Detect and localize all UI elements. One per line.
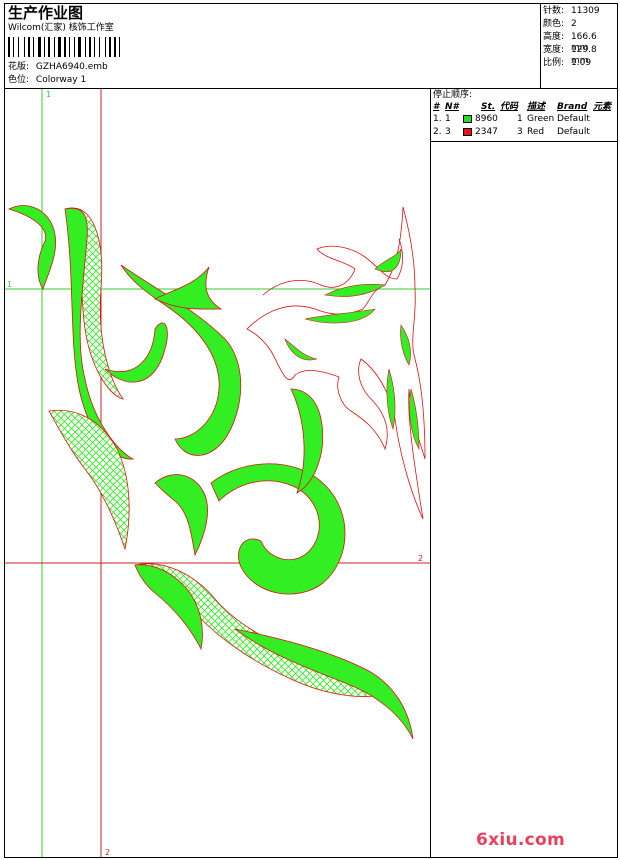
- stat-value: 11309: [571, 6, 600, 16]
- table-row: 1. 1 8960 1 Green Default: [433, 114, 616, 127]
- motif-lower-stroke: [134, 564, 203, 651]
- green-stroke-4: [400, 324, 411, 366]
- stat-row: 高度: 166.6 mm: [543, 32, 617, 53]
- stats-divider: [540, 3, 541, 89]
- col-element: 元素: [593, 102, 612, 112]
- stop-order-title: 停止顺序:: [433, 90, 473, 100]
- row-index: 2.: [433, 127, 442, 137]
- col-brand: Brand: [557, 102, 588, 112]
- green-stroke-7: [284, 338, 318, 361]
- motif-left-hook: [104, 322, 168, 383]
- motif-left-lower-hatched: [48, 409, 130, 551]
- col-index: #: [433, 102, 440, 112]
- row-n: 1: [445, 114, 451, 124]
- green-stroke-6: [386, 368, 396, 431]
- table-row: 2. 3 2347 3 Red Default: [433, 127, 616, 140]
- watermark-logo: 6xiu.com: [476, 830, 566, 850]
- stat-label: 宽度:: [543, 45, 565, 55]
- company-name: Wilcom(汇家) 核饰工作室: [8, 23, 114, 33]
- stat-label: 比例:: [543, 58, 565, 68]
- row-stitches: 2347: [475, 127, 498, 137]
- page-title: 生产作业图: [8, 4, 84, 22]
- colorway-line: 色位: Colorway 1: [8, 75, 86, 86]
- color-swatch: [463, 128, 472, 136]
- col-stitches: St.: [481, 102, 496, 112]
- guide-label-v1: 1: [46, 90, 51, 99]
- stat-value: 129.8 mm: [570, 45, 597, 66]
- col-code: 代码: [500, 102, 519, 112]
- stat-value: 2: [571, 19, 577, 29]
- stop-order-panel: 停止顺序: # N# St. 代码 描述 Brand 元素 1. 1 8960 …: [433, 90, 616, 140]
- panel-divider: [430, 88, 431, 858]
- embroidery-green-layer: [7, 205, 414, 740]
- green-stroke-5: [409, 388, 420, 451]
- stat-label: 针数:: [543, 6, 565, 16]
- design-value: GZHA6940.emb: [35, 62, 108, 72]
- stat-row: 颜色: 2: [543, 19, 617, 30]
- motif-center-swirl: [210, 463, 346, 595]
- design-file-line: 花版: GZHA6940.emb: [8, 62, 108, 73]
- motif-lower-center-stroke: [154, 474, 208, 557]
- colorway-value: Colorway 1: [35, 75, 87, 85]
- color-swatch: [463, 115, 472, 123]
- panel-separator: [430, 141, 618, 142]
- stat-value: 1.09: [571, 58, 592, 68]
- motif-top-left-curl: [7, 205, 57, 290]
- row-code: 1: [517, 114, 523, 124]
- col-desc: 描述: [527, 102, 546, 112]
- col-n: N#: [445, 102, 459, 112]
- row-code: 3: [517, 127, 523, 137]
- row-desc: Green: [527, 114, 555, 124]
- row-brand: Default: [557, 114, 590, 124]
- stop-order-header: # N# St. 代码 描述 Brand 元素: [433, 102, 616, 114]
- green-stroke-3: [374, 248, 402, 273]
- embroidery-canvas: 1 1 2 2: [5, 89, 430, 857]
- stat-row: 宽度: 129.8 mm: [543, 45, 617, 66]
- barcode: [8, 37, 120, 57]
- stat-label: 高度:: [543, 32, 565, 42]
- row-desc: Red: [527, 127, 545, 137]
- guide-label-v2: 2: [105, 848, 110, 857]
- motif-center-spike: [154, 266, 223, 310]
- stat-label: 颜色:: [543, 19, 565, 29]
- stat-row: 针数: 11309: [543, 6, 617, 17]
- design-label: 花版:: [8, 62, 30, 72]
- row-stitches: 8960: [475, 114, 498, 124]
- stats-box: 针数: 11309 颜色: 2 高度: 166.6 mm 宽度: 129.8 mm 比例…: [543, 6, 617, 69]
- stat-value: 166.6 mm: [570, 32, 597, 53]
- green-stroke-1: [304, 308, 376, 324]
- colorway-label: 色位:: [8, 75, 30, 85]
- guide-label-h2: 2: [418, 554, 423, 563]
- row-n: 3: [445, 127, 451, 137]
- stat-row: 比例: 1.09: [543, 58, 617, 69]
- row-index: 1.: [433, 114, 442, 124]
- row-brand: Default: [557, 127, 590, 137]
- guide-label-h1: 1: [7, 280, 12, 289]
